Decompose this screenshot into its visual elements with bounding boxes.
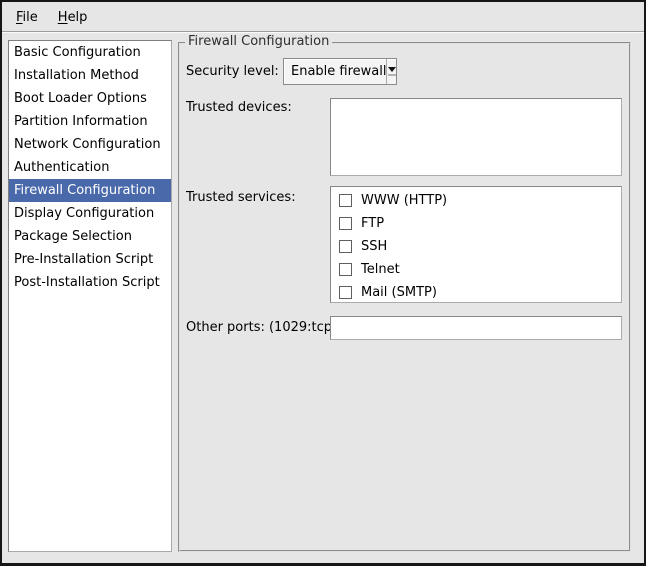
service-row[interactable]: WWW (HTTP) [331, 189, 621, 212]
sidebar-item[interactable]: Package Selection [9, 225, 171, 248]
security-level-select[interactable]: Enable firewall [283, 58, 397, 85]
dropdown-arrow-icon [386, 59, 396, 84]
service-label: Telnet [361, 262, 400, 277]
sidebar-item[interactable]: Basic Configuration [9, 41, 171, 64]
config-section-list[interactable]: Basic ConfigurationInstallation MethodBo… [8, 40, 172, 552]
checkbox-unchecked-icon[interactable] [339, 286, 352, 299]
kickstart-configurator-window: FileHelp Basic ConfigurationInstallation… [0, 0, 646, 566]
service-row[interactable]: Telnet [331, 258, 621, 281]
trusted-services-label: Trusted services: [186, 190, 296, 205]
service-row[interactable]: FTP [331, 212, 621, 235]
menubar-separator [2, 31, 644, 33]
trusted-services-list[interactable]: WWW (HTTP) FTP SSH Telnet Mail (SMTP) [330, 186, 622, 303]
menubar: FileHelp [6, 4, 97, 31]
frame-title: Firewall Configuration [185, 34, 332, 49]
firewall-configuration-frame: Firewall Configuration Security level: E… [178, 42, 631, 552]
menubar-item-file[interactable]: File [6, 6, 48, 29]
trusted-devices-label: Trusted devices: [186, 100, 292, 115]
checkbox-unchecked-icon[interactable] [339, 263, 352, 276]
checkbox-unchecked-icon[interactable] [339, 240, 352, 253]
other-ports-label: Other ports: (1029:tcp) [186, 316, 337, 340]
sidebar-item[interactable]: Partition Information [9, 110, 171, 133]
service-label: Mail (SMTP) [361, 285, 437, 300]
security-level-value: Enable firewall [284, 59, 386, 84]
sidebar-item[interactable]: Authentication [9, 156, 171, 179]
service-row[interactable]: Mail (SMTP) [331, 281, 621, 304]
menubar-item-help[interactable]: Help [48, 6, 98, 29]
checkbox-unchecked-icon[interactable] [339, 217, 352, 230]
security-level-label: Security level: [186, 58, 279, 85]
sidebar-item[interactable]: Firewall Configuration [9, 179, 171, 202]
trusted-devices-list[interactable] [330, 98, 622, 176]
service-label: SSH [361, 239, 387, 254]
service-row[interactable]: SSH [331, 235, 621, 258]
sidebar-item[interactable]: Installation Method [9, 64, 171, 87]
service-label: WWW (HTTP) [361, 193, 447, 208]
sidebar-item[interactable]: Boot Loader Options [9, 87, 171, 110]
checkbox-unchecked-icon[interactable] [339, 194, 352, 207]
sidebar-item[interactable]: Pre-Installation Script [9, 248, 171, 271]
sidebar-item[interactable]: Display Configuration [9, 202, 171, 225]
service-label: FTP [361, 216, 384, 231]
sidebar-item[interactable]: Post-Installation Script [9, 271, 171, 294]
sidebar-item[interactable]: Network Configuration [9, 133, 171, 156]
other-ports-input[interactable] [330, 316, 622, 340]
